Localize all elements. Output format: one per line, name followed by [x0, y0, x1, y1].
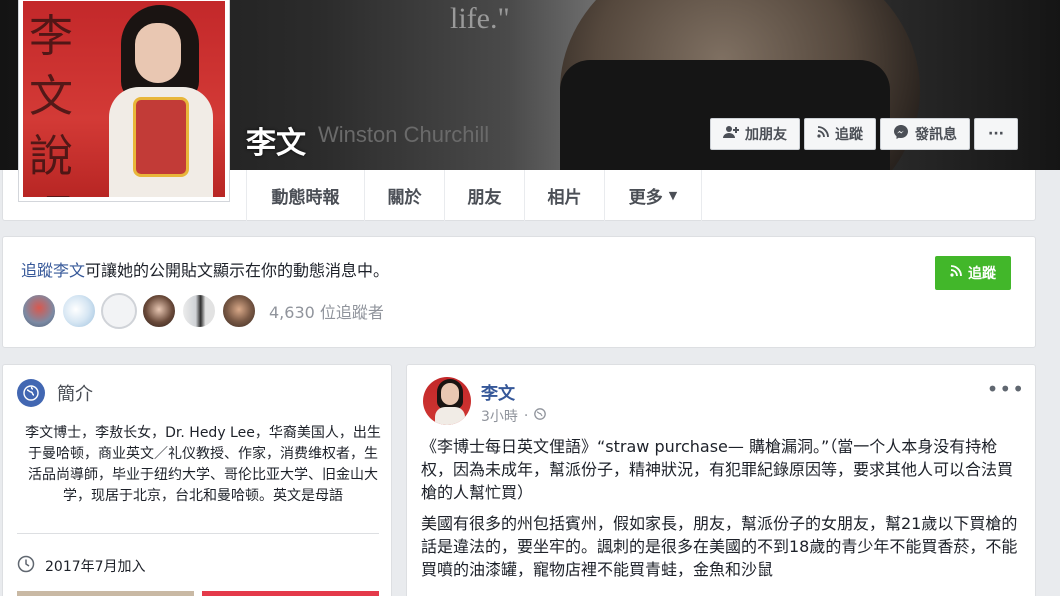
tab-about[interactable]: 關於 — [364, 170, 444, 221]
follower-avatar[interactable] — [221, 293, 257, 329]
post-meta: 3小時 · — [481, 406, 547, 426]
intro-bio: 李文博士，李敖长女，Dr. Hedy Lee，华裔美国人，出生于曼哈顿，商业英文… — [25, 425, 381, 504]
followers-row: 4,630 位追蹤者 — [21, 293, 384, 329]
photo-thumbnail[interactable] — [17, 591, 194, 596]
follow-green-button[interactable]: 追蹤 — [935, 256, 1011, 290]
profile-tabs: 動態時報 關於 朋友 相片 更多 ▼ — [246, 170, 702, 221]
post-card: 李文 3小時 · ••• 《李博士每日英文俚語》“straw purchase—… — [406, 364, 1036, 596]
chevron-down-icon: ▼ — [668, 189, 678, 202]
photo-thumbnail[interactable] — [202, 591, 379, 596]
portrait-face — [135, 23, 181, 83]
portrait-vest — [133, 97, 189, 177]
mini-body — [435, 407, 465, 425]
follower-avatar[interactable] — [181, 293, 217, 329]
mini-face — [441, 383, 459, 405]
tab-more-label: 更多 — [628, 188, 663, 208]
profile-picture-image: 李文說理 — [23, 1, 225, 197]
page-title[interactable]: 李文 — [246, 118, 306, 162]
post-author[interactable]: 李文 — [481, 379, 515, 404]
tab-photos[interactable]: 相片 — [524, 170, 604, 221]
cover-quote: life." — [450, 2, 510, 35]
tab-about-label: 關於 — [387, 188, 422, 208]
follow-prompt-link[interactable]: 追蹤李文 — [21, 261, 85, 280]
tab-timeline[interactable]: 動態時報 — [246, 170, 364, 221]
follow-card: 追蹤李文可讓她的公開貼文顯示在你的動態消息中。 追蹤 4,630 位追蹤者 — [2, 236, 1036, 348]
globe-icon[interactable] — [534, 408, 547, 424]
intro-header: 簡介 — [17, 379, 93, 407]
follower-avatar[interactable] — [21, 293, 57, 329]
cover-credit: Winston Churchill — [318, 122, 490, 147]
messenger-icon — [893, 124, 909, 144]
post-paragraph: 《李博士每日英文俚語》“straw purchase— 購槍漏洞。”（當一个人本… — [421, 437, 1014, 502]
joined-date: 2017年7月加入 — [45, 559, 146, 575]
separator-dot: · — [523, 408, 529, 424]
message-label: 發訊息 — [915, 127, 957, 143]
joined-row: 2017年7月加入 — [17, 555, 146, 577]
intro-title: 簡介 — [57, 384, 93, 405]
follow-prompt: 追蹤李文可讓她的公開貼文顯示在你的動態消息中。 — [21, 257, 389, 281]
profile-picture[interactable]: 李文說理 — [18, 0, 230, 202]
post-paragraph: 美國有很多的州包括賓州，假如家長，朋友，幫派份子的女朋友，幫21歲以下買槍的話是… — [421, 514, 1018, 579]
post-options-icon[interactable]: ••• — [987, 377, 1025, 401]
follower-avatar[interactable] — [141, 293, 177, 329]
rss-icon — [950, 265, 962, 281]
portrait-figure — [105, 5, 215, 197]
more-icon: ··· — [988, 126, 1004, 142]
cover-actions: 加朋友 追蹤 發訊息 ··· — [710, 118, 1018, 150]
message-button[interactable]: 發訊息 — [880, 118, 970, 150]
tab-friends[interactable]: 朋友 — [444, 170, 524, 221]
more-options-button[interactable]: ··· — [974, 118, 1018, 150]
tab-friends-label: 朋友 — [467, 188, 502, 208]
add-friend-label: 加朋友 — [745, 127, 787, 143]
rss-icon — [817, 126, 829, 142]
photo-strip — [17, 591, 379, 596]
post-timestamp[interactable]: 3小時 — [481, 406, 518, 426]
tab-photos-label: 相片 — [547, 188, 582, 208]
post-body: 《李博士每日英文俚語》“straw purchase— 購槍漏洞。”（當一个人本… — [421, 435, 1021, 589]
follow-prompt-text: 可讓她的公開貼文顯示在你的動態消息中。 — [85, 261, 390, 280]
clock-icon — [17, 555, 35, 577]
add-friend-button[interactable]: 加朋友 — [710, 118, 800, 150]
follow-green-label: 追蹤 — [968, 266, 996, 282]
follow-label: 追蹤 — [835, 127, 863, 143]
tab-more[interactable]: 更多 ▼ — [604, 170, 702, 221]
follower-avatar[interactable] — [101, 293, 137, 329]
globe-icon — [17, 379, 45, 407]
tab-timeline-label: 動態時報 — [271, 188, 340, 208]
follower-count[interactable]: 4,630 位追蹤者 — [269, 299, 384, 323]
intro-card: 簡介 李文博士，李敖长女，Dr. Hedy Lee，华裔美国人，出生于曼哈顿，商… — [2, 364, 392, 596]
cover-suit — [560, 60, 890, 170]
divider — [17, 533, 379, 534]
add-friend-icon — [723, 125, 739, 143]
follower-avatar[interactable] — [61, 293, 97, 329]
post-author-avatar[interactable] — [423, 377, 471, 425]
follow-button[interactable]: 追蹤 — [804, 118, 876, 150]
calligraphy-decoration: 李文說理 — [29, 11, 73, 197]
